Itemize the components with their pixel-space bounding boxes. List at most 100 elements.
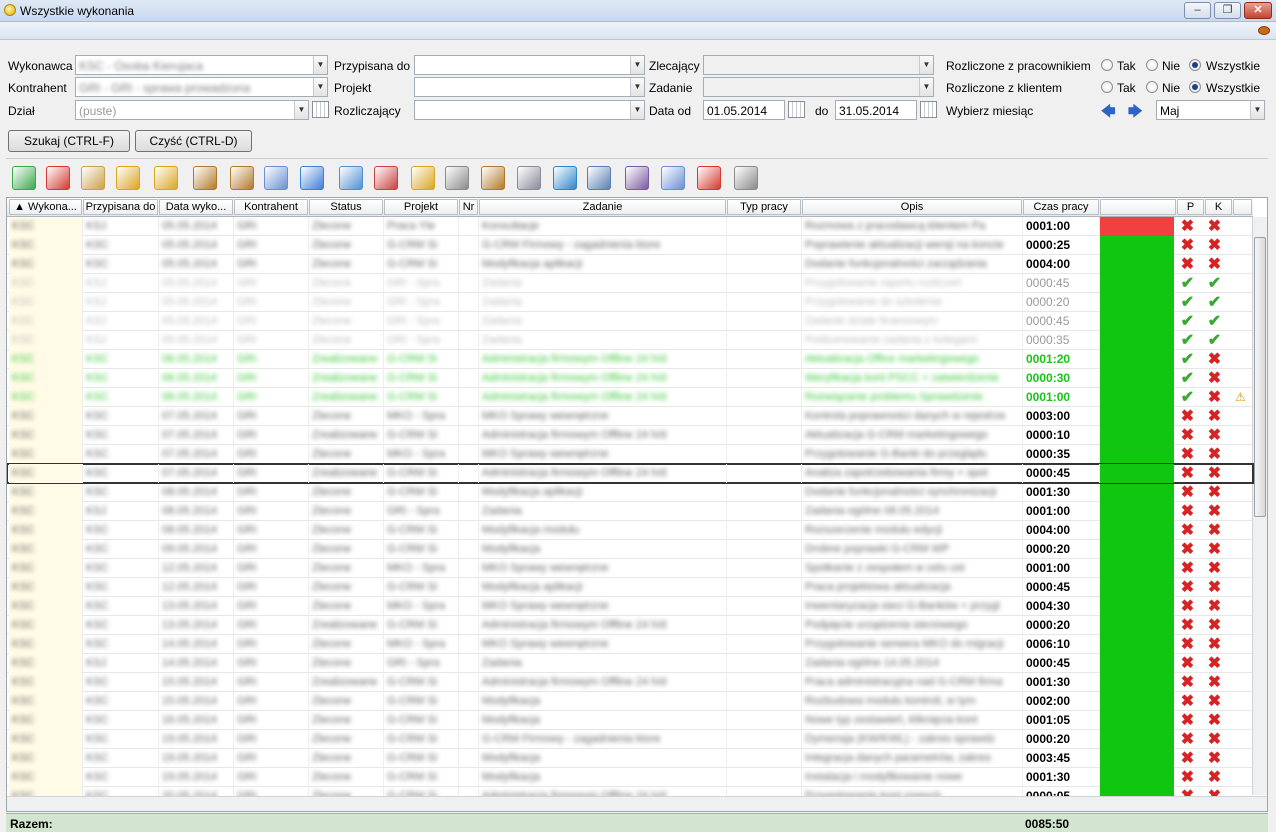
kontrahent-select[interactable]: GRI - GRI - sprawa prowadzona ▼	[75, 77, 328, 97]
coins-delete-icon[interactable]	[152, 164, 180, 192]
chevron-down-icon[interactable]: ▼	[630, 101, 644, 119]
radio-prac-wszystkie[interactable]	[1189, 59, 1201, 71]
table-row[interactable]: KSC KSC 12.05.2014 GRI Zlecone MKO - Spra MKO …	[7, 559, 1253, 578]
table-row[interactable]: KSC KSC 07.05.2014 GRI Zrealizowane G-CRM Si A…	[7, 463, 1254, 484]
table-row[interactable]: KSC KSC 05.05.2014 GRI Zlecone G-CRM Si G-CRM …	[7, 236, 1253, 255]
table-row[interactable]: KSC KSC 06.05.2014 GRI Zrealizowane G-CRM Si A…	[7, 369, 1253, 388]
column-header-8[interactable]: Typ pracy	[727, 199, 801, 215]
money-bag-icon[interactable]	[191, 164, 219, 192]
wykonawca-select[interactable]: KSC - Osoba Kierujaca ▼	[75, 55, 328, 75]
chevron-down-icon[interactable]: ▼	[630, 78, 644, 96]
report-icon[interactable]	[479, 164, 507, 192]
table-row[interactable]: KSC KSJ 08.05.2014 GRI Zlecone GRI - Spra Zada…	[7, 502, 1253, 521]
column-header-13[interactable]: K	[1205, 199, 1232, 215]
table-row[interactable]: KSC KSC 19.05.2014 GRI Zlecone G-CRM Si Modyfi…	[7, 768, 1253, 787]
eye-icon[interactable]	[1258, 26, 1270, 35]
radio-prac-nie[interactable]	[1146, 59, 1158, 71]
zadanie-select[interactable]: ▼	[703, 77, 934, 97]
table-row[interactable]: KSC KSJ 05.05.2014 GRI Zlecone GRI - Spra Zada…	[7, 293, 1253, 312]
column-header-12[interactable]: P	[1177, 199, 1204, 215]
column-header-14[interactable]	[1233, 199, 1252, 215]
column-header-1[interactable]: Przypisana do	[83, 199, 158, 215]
table-row[interactable]: KSC KSC 16.05.2014 GRI Zlecone G-CRM Si Modyfi…	[7, 711, 1253, 730]
table-row[interactable]: KSC KSJ 14.05.2014 GRI Zlecone GRI - Spra Zada…	[7, 654, 1253, 673]
list-icon[interactable]	[409, 164, 437, 192]
table-row[interactable]: KSC KSC 05.05.2014 GRI Zlecone G-CRM Si Modyfi…	[7, 255, 1253, 274]
list-refresh-icon[interactable]	[337, 164, 365, 192]
column-header-2[interactable]: Data wyko...	[159, 199, 233, 215]
column-header-5[interactable]: Projekt	[384, 199, 458, 215]
preview-icon[interactable]	[732, 164, 760, 192]
edit-icon[interactable]	[79, 164, 107, 192]
calendar-icon[interactable]	[788, 101, 805, 118]
radio-kli-tak[interactable]	[1101, 81, 1113, 93]
clear-button[interactable]: Czyść (CTRL-D)	[135, 130, 252, 152]
table-row[interactable]: KSC KSC 12.05.2014 GRI Zlecone G-CRM Si Modyfi…	[7, 578, 1253, 597]
table-row[interactable]: KSC KSC 08.05.2014 GRI Zlecone G-CRM Si Modyfi…	[7, 483, 1253, 502]
settings-icon[interactable]	[515, 164, 543, 192]
minimize-button[interactable]: –	[1184, 2, 1211, 19]
data-do-input[interactable]: 31.05.2014	[835, 100, 917, 120]
column-header-7[interactable]: Zadanie	[479, 199, 726, 215]
table-row[interactable]: KSC KSC 14.05.2014 GRI Zlecone MKO - Spra MKO …	[7, 635, 1253, 654]
dzial-select[interactable]: (puste) ▼	[75, 100, 309, 120]
scroll-thumb[interactable]	[1254, 237, 1266, 517]
rozliczajacy-select[interactable]: ▼	[414, 100, 645, 120]
column-header-11[interactable]	[1100, 199, 1176, 215]
table-row[interactable]: KSC KSC 15.05.2014 GRI Zlecone G-CRM Si Modyfi…	[7, 692, 1253, 711]
zlecajacy-select[interactable]: ▼	[703, 55, 934, 75]
column-header-0[interactable]: ▲ Wykona...	[9, 199, 82, 215]
coins-icon[interactable]	[114, 164, 142, 192]
miesiac-select[interactable]: Maj ▼	[1156, 100, 1265, 120]
arrow-icon[interactable]	[298, 164, 326, 192]
chevron-down-icon[interactable]: ▼	[630, 56, 644, 74]
remove-icon[interactable]	[44, 164, 72, 192]
list-edit-icon[interactable]	[372, 164, 400, 192]
table-row[interactable]: KSC KSJ 05.05.2014 GRI Zlecone GRI - Spra Zada…	[7, 274, 1253, 293]
column-header-4[interactable]: Status	[309, 199, 383, 215]
table-row[interactable]: KSC KSJ 05.05.2014 GRI Zlecone GRI - Spra Zada…	[7, 331, 1253, 350]
sum-icon[interactable]	[623, 164, 651, 192]
radio-kli-wszystkie[interactable]	[1189, 81, 1201, 93]
przypisana-select[interactable]: ▼	[414, 55, 645, 75]
refresh-icon[interactable]	[551, 164, 579, 192]
chevron-down-icon[interactable]: ▼	[919, 78, 933, 96]
data-od-input[interactable]: 01.05.2014	[703, 100, 785, 120]
radio-prac-tak[interactable]	[1101, 59, 1113, 71]
chevron-down-icon[interactable]: ▼	[313, 56, 327, 74]
chevron-down-icon[interactable]: ▼	[919, 56, 933, 74]
table-row[interactable]: KSC KSC 08.05.2014 GRI Zlecone G-CRM Si Modyfi…	[7, 521, 1253, 540]
column-header-10[interactable]: Czas pracy	[1023, 199, 1099, 215]
money-bag-delete-icon[interactable]	[228, 164, 256, 192]
table-row[interactable]: KSC KSC 19.05.2014 GRI Zlecone G-CRM Si Modyfi…	[7, 749, 1253, 768]
table-row[interactable]: KSC KSC 13.05.2014 GRI Zlecone MKO - Spra MKO …	[7, 597, 1253, 616]
calendar-icon[interactable]	[312, 101, 329, 118]
table-row[interactable]: KSC KSC 06.05.2014 GRI Zrealizowane G-CRM Si A…	[7, 350, 1253, 369]
table-icon[interactable]	[443, 164, 471, 192]
column-header-3[interactable]: Kontrahent	[234, 199, 308, 215]
table-row[interactable]: KSC KSC 19.05.2014 GRI Zlecone G-CRM Si G-CRM …	[7, 730, 1253, 749]
columns-icon[interactable]	[585, 164, 613, 192]
table-row[interactable]: KSC KSC 13.05.2014 GRI Zrealizowane G-CRM Si A…	[7, 616, 1253, 635]
edit-note-icon[interactable]	[262, 164, 290, 192]
chevron-down-icon[interactable]: ▼	[294, 101, 308, 119]
calendar-icon[interactable]	[920, 101, 937, 118]
table-row[interactable]: KSC KSC 06.05.2014 GRI Zrealizowane G-CRM Si A…	[7, 388, 1253, 407]
horizontal-scrollbar[interactable]	[7, 796, 1267, 811]
print-icon[interactable]	[659, 164, 687, 192]
table-row[interactable]: KSC KSC 07.05.2014 GRI Zrealizowane G-CRM Si A…	[7, 426, 1253, 445]
column-header-6[interactable]: Nr	[459, 199, 478, 215]
chevron-down-icon[interactable]: ▼	[313, 78, 327, 96]
projekt-select[interactable]: ▼	[414, 77, 645, 97]
add-icon[interactable]	[10, 164, 38, 192]
table-row[interactable]: KSC KSJ 05.05.2014 GRI Zlecone Praca Yte Konsu…	[7, 217, 1253, 236]
arrow-right-icon[interactable]: 🡆	[1128, 101, 1142, 125]
table-row[interactable]: KSC KSJ 05.05.2014 GRI Zlecone GRI - Spra Zada…	[7, 312, 1253, 331]
close-button[interactable]: ✕	[1244, 2, 1272, 19]
table-row[interactable]: KSC KSC 09.05.2014 GRI Zlecone G-CRM Si Modyfi…	[7, 540, 1253, 559]
radio-kli-nie[interactable]	[1146, 81, 1158, 93]
search-button[interactable]: Szukaj (CTRL-F)	[8, 130, 130, 152]
chevron-down-icon[interactable]: ▼	[1250, 101, 1264, 119]
arrow-left-icon[interactable]: 🡄	[1101, 101, 1115, 125]
vertical-scrollbar[interactable]	[1252, 217, 1267, 795]
